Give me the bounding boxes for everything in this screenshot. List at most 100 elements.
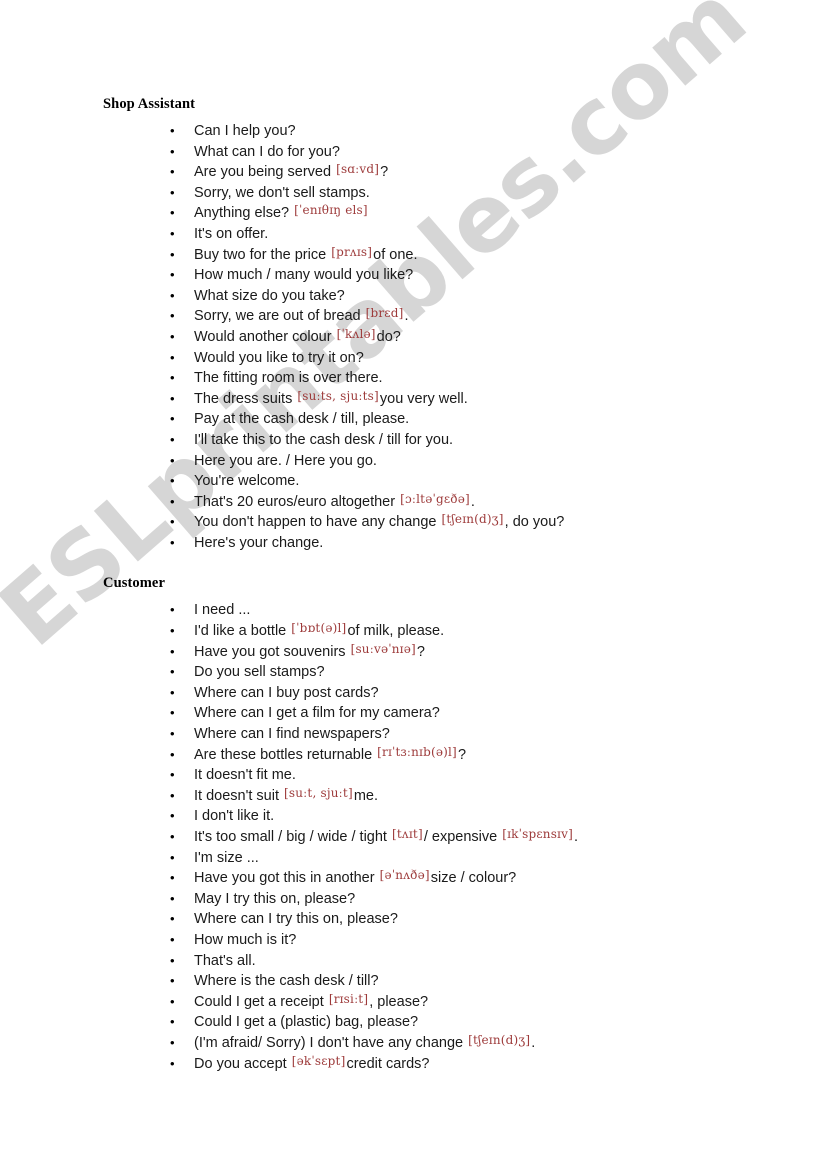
phrase-text: That's all. bbox=[194, 952, 256, 969]
phrase-text: . bbox=[573, 829, 578, 845]
bullet-icon: • bbox=[170, 205, 175, 221]
list-item: • It's too small / big / wide / tight [tʌ… bbox=[170, 827, 821, 848]
phonetic-transcription: [suːvəˈnɪə] bbox=[350, 641, 416, 656]
phonetic-transcription: [tʃeɪn(d)ʒ] bbox=[441, 512, 504, 527]
phonetic-transcription: [suːts, sjuːts] bbox=[297, 388, 379, 403]
phrase-text: It's on offer. bbox=[194, 225, 269, 242]
list-item: • I'd like a bottle [ˈbɒt(ə)l]of milk, pl… bbox=[170, 621, 821, 642]
phrase-text: It doesn't fit me. bbox=[194, 767, 296, 784]
bullet-icon: • bbox=[170, 328, 175, 344]
phrase-text: Have you got this in another bbox=[194, 870, 379, 887]
phrase-text: It's too small / big / wide / tight bbox=[194, 829, 391, 845]
bullet-icon: • bbox=[170, 411, 175, 427]
list-item: • Here you are. / Here you go. bbox=[170, 451, 821, 472]
phrase-text: You're welcome. bbox=[194, 473, 300, 490]
phrase-text: . bbox=[470, 493, 475, 510]
phrase-text: Where can I try this on, please? bbox=[194, 911, 398, 928]
phonetic-transcription: [əkˈsɛpt] bbox=[291, 1053, 346, 1068]
list-item: • How much / many would you like? bbox=[170, 265, 821, 286]
phrase-text: (I'm afraid/ Sorry) I don't have any cha… bbox=[194, 1034, 468, 1051]
bullet-icon: • bbox=[170, 1014, 175, 1030]
bullet-icon: • bbox=[170, 184, 175, 200]
bullet-icon: • bbox=[170, 390, 175, 406]
phrase-text: Sorry, we are out of bread bbox=[194, 308, 365, 325]
bullet-icon: • bbox=[170, 623, 175, 639]
bullet-icon: • bbox=[170, 452, 175, 468]
list-item: • What size do you take? bbox=[170, 286, 821, 307]
bullet-icon: • bbox=[170, 225, 175, 241]
list-item: • It's on offer. bbox=[170, 224, 821, 245]
list-item: • The dress suits [suːts, sjuːts]you very… bbox=[170, 389, 821, 410]
bullet-icon: • bbox=[170, 890, 175, 906]
phrase-text: I'd like a bottle bbox=[194, 623, 291, 640]
bullet-icon: • bbox=[170, 808, 175, 824]
phrase-text: . bbox=[531, 1034, 536, 1051]
bullet-icon: • bbox=[170, 1055, 175, 1071]
bullet-icon: • bbox=[170, 493, 175, 509]
bullet-icon: • bbox=[170, 1034, 175, 1050]
list-item: • Where can I find newspapers? bbox=[170, 724, 821, 745]
list-item: • The fitting room is over there. bbox=[170, 368, 821, 389]
bullet-icon: • bbox=[170, 993, 175, 1009]
phrase-text: Have you got souvenirs bbox=[194, 643, 350, 660]
phrase-text: , do you? bbox=[504, 514, 565, 531]
bullet-icon: • bbox=[170, 931, 175, 947]
phrase-text: Pay at the cash desk / till, please. bbox=[194, 411, 410, 428]
worksheet-page: ESLprintables.com Shop Assistant • Can I h… bbox=[0, 0, 821, 1169]
phrase-text: Where can I get a film for my camera? bbox=[194, 705, 440, 722]
list-item: • Where can I buy post cards? bbox=[170, 683, 821, 704]
phrase-text: ? bbox=[416, 643, 425, 660]
phonetic-transcription: [tʃeɪn(d)ʒ] bbox=[468, 1032, 531, 1047]
bullet-icon: • bbox=[170, 370, 175, 386]
list-item: • I'm size ... bbox=[170, 848, 821, 869]
bullet-icon: • bbox=[170, 829, 175, 844]
phrase-text: Where can I find newspapers? bbox=[194, 726, 390, 743]
phonetic-transcription: [ɔːltəˈgɛðə] bbox=[400, 491, 470, 506]
bullet-icon: • bbox=[170, 787, 175, 803]
list-item: • Would another colour [ˈkʌlə]do? bbox=[170, 327, 821, 348]
phonetic-transcription: [rɪsiːt] bbox=[328, 991, 369, 1006]
section-title: Customer bbox=[103, 575, 166, 592]
list-item: • That's all. bbox=[170, 951, 821, 972]
sections-container: Shop Assistant • Can I help you? • What can … bbox=[0, 96, 821, 1074]
phrase-text: Would another colour bbox=[194, 328, 336, 345]
phrase-text: Can I help you? bbox=[194, 123, 296, 139]
list-item: • Could I get a (plastic) bag, please? bbox=[170, 1012, 821, 1033]
phonetic-transcription: [əˈnʌðə] bbox=[379, 868, 430, 883]
bullet-icon: • bbox=[170, 514, 175, 530]
bullet-icon: • bbox=[170, 643, 175, 659]
phonetic-transcription: [rɪˈtɜːnɪb(ə)l] bbox=[377, 744, 457, 759]
phrase-text: I'll take this to the cash desk / till f… bbox=[194, 431, 454, 448]
bullet-icon: • bbox=[170, 267, 175, 283]
list-item: • You're welcome. bbox=[170, 471, 821, 492]
phrase-text: Would you like to try it on? bbox=[194, 349, 364, 366]
list-item: • Do you sell stamps? bbox=[170, 662, 821, 683]
list-item: • Sorry, we don't sell stamps. bbox=[170, 183, 821, 204]
bullet-icon: • bbox=[170, 308, 175, 324]
phrase-text: ? bbox=[457, 746, 467, 763]
phrase-text: . bbox=[404, 308, 409, 325]
bullet-icon: • bbox=[170, 726, 175, 742]
phonetic-transcription: [sɑːvd] bbox=[336, 162, 380, 177]
phrase-list: • I need ... • I'd like a bottle [ˈbɒt(ə)l]… bbox=[0, 600, 821, 1074]
list-item: • I don't like it. bbox=[170, 806, 821, 827]
section: Shop Assistant • Can I help you? • What can … bbox=[0, 96, 821, 553]
phrase-text: What can I do for you? bbox=[194, 143, 340, 160]
list-item: • Have you got this in another [əˈnʌðə]si… bbox=[170, 868, 821, 889]
phonetic-transcription: [prʌɪs] bbox=[331, 244, 373, 259]
phrase-text: What size do you take? bbox=[194, 287, 345, 304]
list-item: • Here's your change. bbox=[170, 533, 821, 554]
phrase-list: • Can I help you? • What can I do for you? •… bbox=[0, 121, 821, 553]
list-item: • I'll take this to the cash desk / till … bbox=[170, 430, 821, 451]
phrase-text: / expensive bbox=[423, 829, 502, 845]
bullet-icon: • bbox=[170, 973, 175, 989]
list-item: • Where is the cash desk / till? bbox=[170, 971, 821, 992]
phrase-text: you very well. bbox=[379, 390, 468, 407]
phrase-text: Where is the cash desk / till? bbox=[194, 973, 379, 990]
phrase-text: The dress suits bbox=[194, 390, 297, 407]
phonetic-transcription: [ˈbɒt(ə)l] bbox=[291, 621, 347, 636]
phrase-text: Anything else? bbox=[194, 205, 294, 222]
bullet-icon: • bbox=[170, 952, 175, 968]
bullet-icon: • bbox=[170, 431, 175, 447]
bullet-icon: • bbox=[170, 534, 175, 550]
